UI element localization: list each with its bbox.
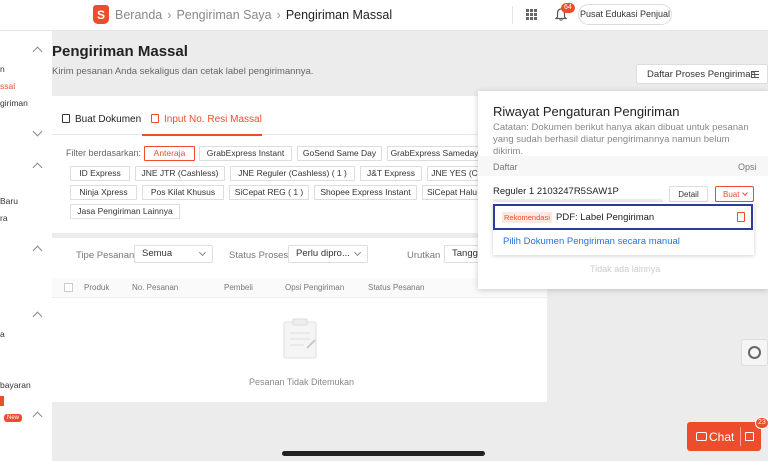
filter-label: Filter berdasarkan: <box>66 148 142 158</box>
seller-education-button[interactable]: Pusat Edukasi Penjual <box>578 4 672 25</box>
create-button-label: Buat <box>723 189 740 199</box>
sidebar-item-active[interactable]: ssal <box>0 81 15 91</box>
empty-state-text: Pesanan Tidak Ditemukan <box>249 377 355 387</box>
process-status-select[interactable]: Perlu dipro... <box>288 245 368 263</box>
apps-grid-icon[interactable] <box>526 9 537 20</box>
popover-note: Catatan: Dokumen berikut hanya akan dibu… <box>493 122 749 157</box>
filter-chip[interactable]: GrabExpress Sameday <box>387 146 482 161</box>
chevron-down-icon[interactable] <box>32 126 43 137</box>
sidebar-indicator <box>0 396 4 406</box>
filter-chip[interactable]: J&T Express <box>360 166 422 181</box>
filter-chip[interactable]: JNE Reguler (Cashless) ( 1 ) <box>230 166 355 181</box>
active-tab-underline <box>142 134 262 136</box>
filter-chip[interactable]: Shopee Express Instant <box>314 185 417 200</box>
breadcrumb-home[interactable]: Beranda <box>115 8 162 22</box>
order-type-select[interactable]: Semua <box>134 245 213 263</box>
page-subtitle: Kirim pesanan Anda sekaligus dan cetak l… <box>52 66 314 77</box>
tab-label: Buat Dokumen <box>75 114 142 125</box>
chevron-up-icon[interactable] <box>32 245 43 256</box>
filter-chip[interactable]: ID Express <box>70 166 130 181</box>
popover-table-header <box>478 156 768 176</box>
order-type-label: Tipe Pesanan <box>76 250 135 261</box>
sort-select[interactable]: Tangga <box>444 245 479 263</box>
chevron-up-icon[interactable] <box>32 162 43 173</box>
chevron-up-icon[interactable] <box>32 311 43 322</box>
column-header: No. Pesanan <box>132 283 179 292</box>
page-title: Pengiriman Massal <box>52 43 188 60</box>
breadcrumb-shipping[interactable]: Pengiriman Saya <box>176 8 271 22</box>
document-edit-icon <box>151 114 159 123</box>
popover-title: Riwayat Pengaturan Pengiriman <box>493 104 680 119</box>
empty-document-icon <box>283 318 317 359</box>
process-status-label: Status Proses <box>229 250 289 261</box>
tab-bar: Buat Dokumen Input No. Resi Massal <box>52 105 547 136</box>
document-icon <box>62 114 70 123</box>
breadcrumb-current: Pengiriman Massal <box>285 8 393 22</box>
shipping-process-list-label: Daftar Proses Pengiriman <box>647 68 756 80</box>
sidebar-item[interactable]: Baru <box>0 196 18 206</box>
select-value: Semua <box>142 248 173 259</box>
column-header: Opsi Pengiriman <box>285 283 345 292</box>
notification-badge: 64 <box>561 3 575 13</box>
chevron-up-icon[interactable] <box>32 46 43 57</box>
list-column-header: Daftar <box>493 162 518 172</box>
filter-chip-anteraja[interactable]: Anteraja <box>144 146 195 161</box>
table-header: Produk No. Pesanan Pembeli Opsi Pengirim… <box>52 278 547 298</box>
menu-icon <box>751 71 759 78</box>
chevron-down-icon <box>742 190 748 196</box>
filter-chip[interactable]: SiCepat REG ( 1 ) <box>229 185 309 200</box>
column-header: Pembeli <box>224 283 253 292</box>
column-header: Produk <box>84 283 110 292</box>
home-indicator <box>282 451 485 456</box>
filter-chip[interactable]: SiCepat Halu <box>422 185 482 200</box>
tab-create-document[interactable]: Buat Dokumen <box>62 114 141 125</box>
divider <box>512 6 513 24</box>
filter-chip[interactable]: GrabExpress Instant <box>199 146 292 161</box>
select-all-checkbox[interactable] <box>64 283 73 292</box>
chevron-up-icon[interactable] <box>32 411 43 422</box>
chevron-down-icon <box>198 248 207 257</box>
sidebar-item[interactable]: bayaran <box>0 380 31 390</box>
chat-unread-badge: 23 <box>755 417 768 429</box>
tab-input-tracking[interactable]: Input No. Resi Massal <box>151 114 262 125</box>
headset-icon <box>748 346 761 359</box>
divider <box>740 427 741 446</box>
filter-chip[interactable]: JNE YES (C <box>427 166 482 181</box>
chat-bubble-icon <box>696 432 707 441</box>
breadcrumb: Beranda › Pengiriman Saya › Pengiriman Massa… <box>115 8 392 22</box>
chevron-down-icon <box>353 248 362 257</box>
sidebar-item[interactable]: ra <box>0 213 8 223</box>
tab-label: Input No. Resi Massal <box>164 114 262 125</box>
select-value: Tangga <box>452 248 479 259</box>
sort-label: Urutkan <box>407 250 441 261</box>
sidebar: n ssal giriman Baru ra a bayaran <box>0 31 52 461</box>
chevron-right-icon: › <box>167 8 172 22</box>
detail-button[interactable]: Detail <box>669 186 708 202</box>
highlight-box <box>493 204 753 230</box>
shipping-batch-label: Reguler 1 2103247R5SAW1P <box>493 186 619 197</box>
help-button[interactable] <box>741 339 768 366</box>
column-header: Status Pesanan <box>368 283 425 292</box>
shopee-logo[interactable]: S <box>93 5 109 24</box>
sidebar-item[interactable]: giriman <box>0 98 28 108</box>
top-bar: S Beranda › Pengiriman Saya › Pengiriman Mas… <box>0 0 768 31</box>
filter-chip[interactable]: Pos Kilat Khusus <box>142 185 224 200</box>
sidebar-item[interactable]: a <box>0 329 5 339</box>
chevron-right-icon: › <box>276 8 281 22</box>
no-more-text: Tidak ada lainnya <box>590 264 661 274</box>
options-column-header: Opsi <box>738 162 757 172</box>
filter-chip[interactable]: Ninja Xpress <box>70 185 137 200</box>
filter-chip[interactable]: GoSend Same Day <box>297 146 382 161</box>
expand-icon[interactable] <box>745 432 754 441</box>
create-button[interactable]: Buat <box>715 186 754 202</box>
filter-chip[interactable]: Jasa Pengiriman Lainnya <box>70 204 180 219</box>
sidebar-item[interactable]: n <box>0 64 5 74</box>
manual-document-link[interactable]: Pilih Dokumen Pengiriman secara manual <box>503 236 680 247</box>
shipping-process-list-button[interactable]: Daftar Proses Pengiriman <box>636 64 768 84</box>
new-badge: New <box>4 414 23 422</box>
filter-chip[interactable]: JNE JTR (Cashless) <box>135 166 225 181</box>
select-value: Perlu dipro... <box>296 248 350 259</box>
